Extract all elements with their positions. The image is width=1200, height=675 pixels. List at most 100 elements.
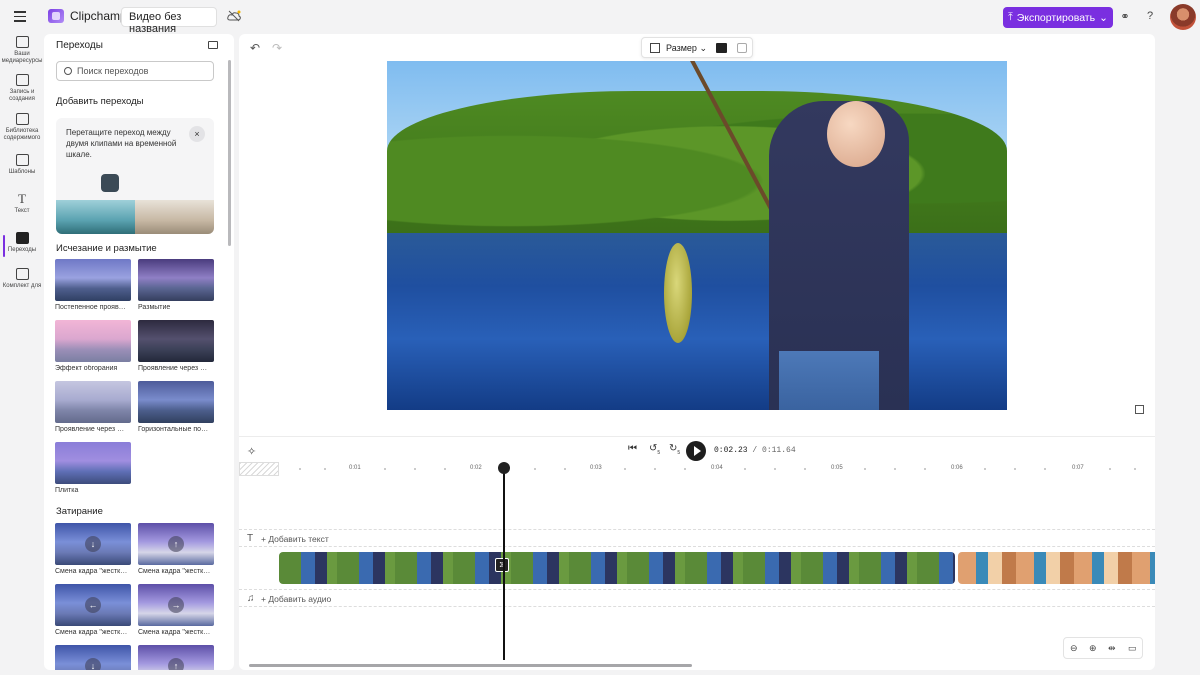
nav-item-templates[interactable]: Шаблоны: [0, 154, 44, 176]
nav-item-media[interactable]: Ваши медиаресурсы: [0, 36, 44, 65]
expand-timeline-icon[interactable]: ▭: [1128, 643, 1137, 654]
play-button[interactable]: [686, 441, 706, 461]
transition-thumb[interactable]: ↓: [55, 523, 131, 565]
share-icon[interactable]: ⚭: [1118, 10, 1132, 24]
transition-thumb[interactable]: [55, 259, 131, 301]
ruler-dot: [534, 468, 536, 470]
skip-fwd-amount: 5: [677, 450, 681, 456]
arrow-down-icon: ↓: [85, 536, 101, 552]
playback-controls: ✧ ⏮ ↺5 ↻5 0:02.23 / 0:11.64: [239, 436, 1155, 462]
nav-item-library[interactable]: Библиотека содержимого: [0, 113, 44, 142]
upload-icon: ⤒: [1008, 11, 1013, 23]
ruler-dot: [624, 468, 626, 470]
help-icon[interactable]: ?: [1143, 10, 1157, 24]
forward-5-icon[interactable]: ↻5: [669, 443, 680, 456]
total-time: / 0:11.64: [752, 446, 796, 455]
size-button[interactable]: Размер ⌄: [666, 43, 707, 54]
timeline-ruler[interactable]: 0:01 0:02 0:03 0:04 0:05 0:06 0:07: [239, 462, 1155, 476]
menu-icon[interactable]: [14, 11, 26, 22]
cloud-off-icon[interactable]: [227, 10, 241, 22]
project-title[interactable]: Видео без названия: [121, 7, 217, 35]
video-track: [279, 552, 1155, 584]
ruler-dot: [654, 468, 656, 470]
screenshot-icon[interactable]: [737, 43, 747, 53]
transition-thumb[interactable]: ↑: [138, 645, 214, 670]
transition-thumb[interactable]: [138, 320, 214, 362]
top-bar: Clipchamp Видео без названия ⤒ Экспортир…: [0, 0, 1200, 35]
zoom-out-icon[interactable]: ⊖: [1070, 643, 1078, 654]
undo-icon[interactable]: ↶: [250, 41, 260, 55]
panel-scrollbar[interactable]: [228, 60, 231, 246]
fullscreen-icon[interactable]: [1135, 405, 1144, 414]
transition-thumb[interactable]: [55, 320, 131, 362]
close-icon[interactable]: ×: [189, 126, 205, 142]
zoom-in-icon[interactable]: ⊕: [1089, 643, 1097, 654]
avatar[interactable]: [1170, 4, 1196, 30]
left-nav: Ваши медиаресурсы Запись и создания Библ…: [0, 34, 44, 675]
transition-label: Плитка: [55, 487, 79, 494]
transition-thumb[interactable]: →: [138, 584, 214, 626]
transition-thumb[interactable]: [138, 381, 214, 423]
export-button[interactable]: ⤒ Экспортировать ⌄: [1003, 7, 1113, 28]
text-icon: T: [18, 191, 26, 206]
transition-label: Проявление через …: [138, 365, 208, 372]
video-clip[interactable]: [279, 552, 955, 584]
nav-item-brand-kit[interactable]: Комплект для: [0, 268, 44, 290]
transition-thumb[interactable]: [55, 381, 131, 423]
playhead[interactable]: [503, 466, 505, 660]
chevron-down-icon: ⌄: [1099, 11, 1108, 24]
ruler-dot: [684, 468, 686, 470]
nav-item-text[interactable]: T Текст: [0, 191, 44, 215]
ruler-dot: [894, 468, 896, 470]
ruler-dot: [1109, 468, 1111, 470]
resize-icon[interactable]: [650, 43, 660, 53]
playhead-handle[interactable]: [498, 462, 510, 474]
nav-label: Комплект для: [2, 283, 42, 289]
ruler-hatch: [239, 462, 279, 476]
nav-label: Библиотека содержимого: [3, 128, 41, 141]
nav-item-transitions[interactable]: Переходы: [0, 232, 44, 254]
ruler-tick: 0:06: [951, 465, 963, 471]
timeline-scrollbar[interactable]: [249, 664, 692, 667]
transition-thumb[interactable]: ←: [55, 584, 131, 626]
collapse-panel-icon[interactable]: [208, 41, 218, 49]
text-track[interactable]: T + Добавить текст: [239, 529, 1155, 547]
ruler-tick: 0:02: [470, 465, 482, 471]
transition-thumb[interactable]: [138, 259, 214, 301]
section-wipe: Затирание: [56, 506, 103, 517]
transition-thumb[interactable]: ↓: [55, 645, 131, 670]
preview-jeans: [779, 351, 879, 410]
add-text-button[interactable]: + Добавить текст: [261, 534, 329, 544]
arrow-down-icon: ↓: [85, 658, 101, 670]
search-icon: [64, 67, 72, 75]
transition-label: Смена кадра "жестк…: [55, 629, 128, 636]
section-fade-blur: Исчезание и размытие: [56, 243, 157, 254]
redo-icon[interactable]: ↷: [272, 41, 282, 55]
ruler-tick: 0:05: [831, 465, 843, 471]
nav-item-record[interactable]: Запись и создания: [0, 74, 44, 103]
ruler-dot: [1044, 468, 1046, 470]
ruler-dot: [564, 468, 566, 470]
transition-thumb[interactable]: ↑: [138, 523, 214, 565]
add-audio-button[interactable]: + Добавить аудио: [261, 594, 331, 604]
magic-icon[interactable]: ✧: [247, 445, 256, 458]
background-icon[interactable]: [716, 43, 727, 53]
ruler-dot: [444, 468, 446, 470]
rewind-5-icon[interactable]: ↺5: [649, 443, 660, 456]
video-clip[interactable]: [958, 552, 1155, 584]
transition-marker-icon[interactable]: ⧖: [495, 558, 509, 572]
transition-label: Постепенное прояв…: [55, 304, 126, 311]
clipchamp-logo-icon: [48, 9, 64, 23]
transition-thumb[interactable]: [55, 442, 131, 484]
ruler-dot: [299, 468, 301, 470]
audio-track[interactable]: ♫ + Добавить аудио: [239, 589, 1155, 607]
fit-timeline-icon[interactable]: ⇹: [1108, 643, 1116, 654]
folder-icon: [15, 36, 29, 48]
search-input[interactable]: Поиск переходов: [56, 61, 214, 81]
video-preview[interactable]: [387, 61, 1007, 410]
section-add-transitions: Добавить переходы: [56, 96, 144, 107]
zoom-controls: ⊖ ⊕ ⇹ ▭: [1063, 637, 1143, 659]
transition-label: Проявление через …: [55, 426, 125, 433]
skip-back-amount: 5: [657, 450, 661, 456]
skip-to-start-icon[interactable]: ⏮: [628, 443, 637, 454]
